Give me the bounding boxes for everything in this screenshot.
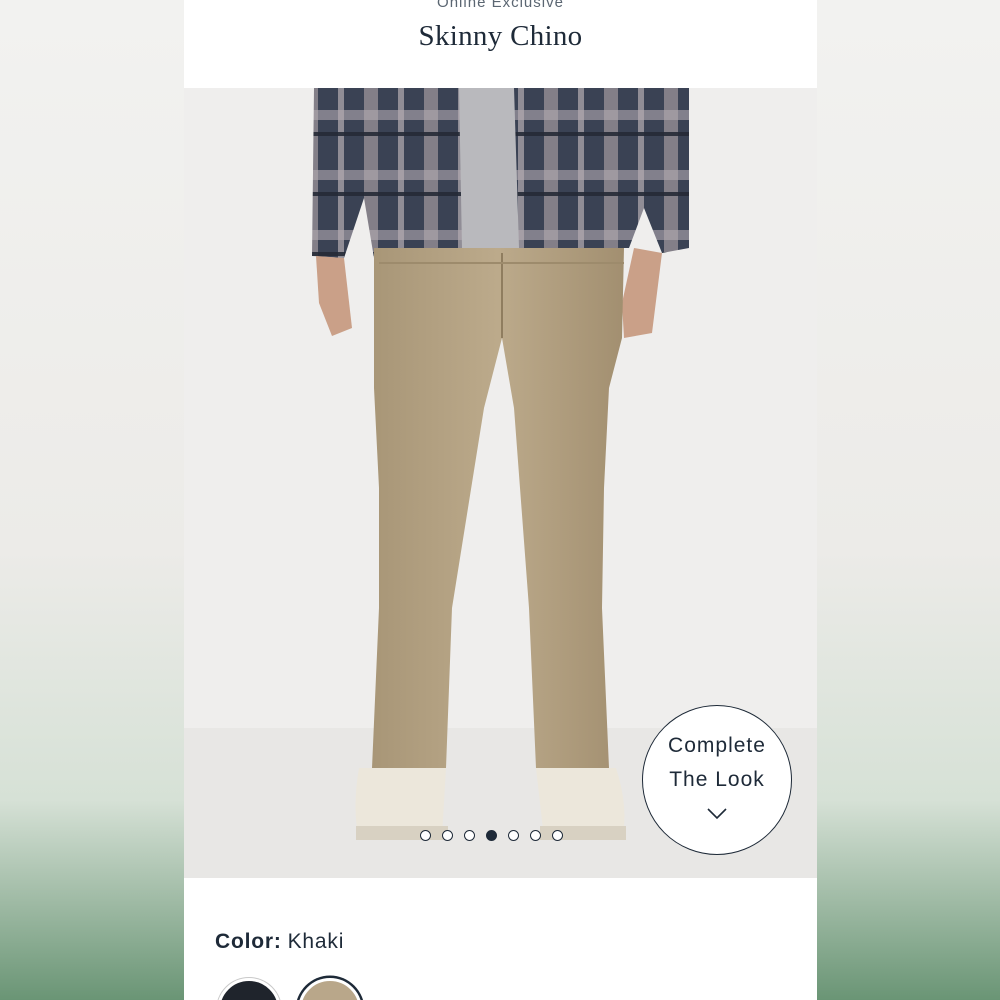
product-title: Skinny Chino	[418, 20, 583, 52]
color-swatch-khaki[interactable]	[298, 978, 362, 1000]
chevron-down-icon	[707, 808, 727, 820]
carousel-dot[interactable]	[442, 830, 453, 841]
carousel-dot-active[interactable]	[486, 830, 497, 841]
selected-color-name: Khaki	[287, 930, 345, 953]
screen: Online Exclusive Skinny Chino Complete T…	[0, 0, 1000, 1000]
complete-the-look-line1: Complete	[668, 734, 766, 757]
carousel-dot[interactable]	[508, 830, 519, 841]
complete-the-look-button[interactable]: Complete The Look	[642, 705, 792, 855]
color-swatch-navy[interactable]	[217, 978, 281, 1000]
carousel-dot[interactable]	[530, 830, 541, 841]
image-carousel-indicator	[420, 830, 563, 841]
carousel-dot[interactable]	[464, 830, 475, 841]
online-exclusive-label: Online Exclusive	[437, 0, 564, 11]
carousel-dot[interactable]	[420, 830, 431, 841]
carousel-dot[interactable]	[552, 830, 563, 841]
product-header: Online Exclusive Skinny Chino	[184, 0, 817, 88]
complete-the-look-line2: The Look	[669, 768, 765, 791]
color-label: Color:	[215, 930, 282, 953]
product-page: Online Exclusive Skinny Chino Complete T…	[184, 0, 817, 1000]
color-selector-label: Color: Khaki	[215, 930, 344, 954]
blurred-backdrop-right	[817, 0, 1000, 1000]
blurred-backdrop-left	[0, 0, 184, 1000]
